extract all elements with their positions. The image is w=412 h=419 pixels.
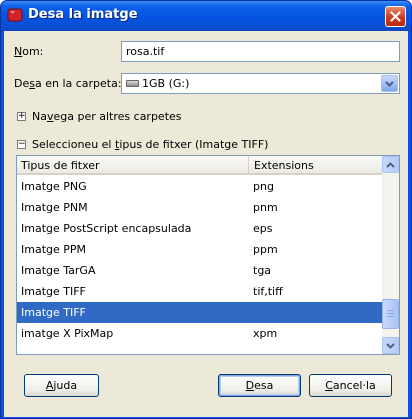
- gimp-window-icon: [7, 8, 23, 22]
- list-item[interactable]: Imatge PNM pnm: [17, 197, 382, 218]
- column-header-extensions[interactable]: Extensions: [250, 156, 382, 175]
- save-button[interactable]: Desa: [218, 374, 301, 397]
- close-button[interactable]: [385, 6, 406, 27]
- browse-folders-toggle[interactable]: Navega per altres carpetes: [32, 110, 182, 123]
- dialog-body: Nom: rosa.tif Desa en la carpeta: 1GB (G…: [4, 31, 408, 417]
- name-label: Nom:: [14, 45, 44, 58]
- scroll-down-button[interactable]: [382, 337, 399, 354]
- minus-icon[interactable]: −: [17, 140, 26, 149]
- file-type-toggle[interactable]: Seleccioneu el tipus de fitxer (Imatge T…: [32, 138, 268, 151]
- dropdown-button[interactable]: [381, 75, 398, 92]
- drive-icon: [126, 80, 139, 87]
- list-item[interactable]: Imatge TIFF tif,tiff: [17, 281, 382, 302]
- plus-icon[interactable]: +: [17, 112, 26, 121]
- help-button[interactable]: Ajuda: [24, 374, 99, 397]
- arrow-down-icon: [386, 342, 395, 349]
- cancel-button[interactable]: Cancel·la: [309, 374, 392, 397]
- filename-value: rosa.tif: [126, 45, 165, 58]
- list-item[interactable]: Imatge PPM ppm: [17, 239, 382, 260]
- list-item[interactable]: imatge X PixMap xpm: [17, 323, 382, 344]
- save-image-dialog: Desa la imatge Nom: rosa.tif Desa en la …: [0, 0, 412, 419]
- window-title: Desa la imatge: [28, 7, 138, 22]
- scroll-up-button[interactable]: [382, 156, 399, 173]
- vertical-scrollbar[interactable]: [382, 156, 399, 354]
- list-item-selected[interactable]: Imatge TIFF: [17, 302, 382, 323]
- column-header-type[interactable]: Tipus de fitxer: [17, 156, 249, 175]
- save-folder-combo[interactable]: 1GB (G:): [121, 73, 400, 94]
- chevron-down-icon: [385, 80, 394, 87]
- scroll-thumb[interactable]: [382, 299, 399, 329]
- file-type-list[interactable]: Tipus de fitxer Extensions Imatge PNG png…: [16, 155, 400, 355]
- title-bar[interactable]: Desa la imatge: [1, 1, 411, 31]
- close-icon: [390, 11, 401, 22]
- list-item[interactable]: Imatge TarGA tga: [17, 260, 382, 281]
- file-type-rows: Imatge PNG png Imatge PNM pnm Imatge PostS…: [17, 176, 382, 344]
- save-folder-label: Desa en la carpeta:: [14, 77, 122, 90]
- list-header: Tipus de fitxer Extensions: [17, 156, 382, 175]
- filename-input[interactable]: rosa.tif: [121, 41, 400, 62]
- arrow-up-icon: [386, 161, 395, 168]
- save-folder-value: 1GB (G:): [142, 77, 190, 90]
- list-item[interactable]: Imatge PNG png: [17, 176, 382, 197]
- list-item[interactable]: Imatge PostScript encapsulada eps: [17, 218, 382, 239]
